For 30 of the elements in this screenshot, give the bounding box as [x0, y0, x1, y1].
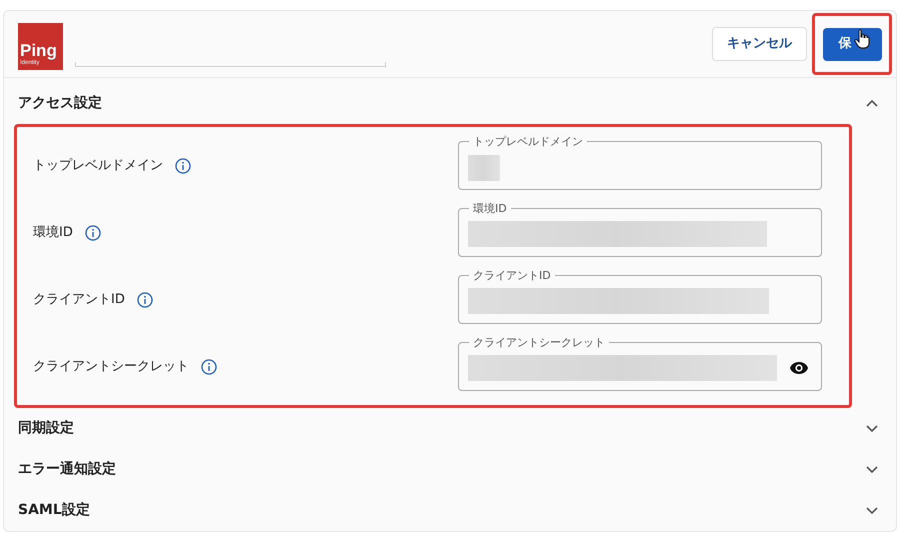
chevron-down-icon[interactable]	[866, 466, 878, 474]
field-label: トップレベルドメイン	[33, 156, 163, 175]
eye-icon[interactable]	[789, 360, 809, 374]
input-field[interactable]: クライアントシークレット	[458, 336, 822, 390]
info-icon[interactable]	[136, 292, 153, 308]
cancel-button[interactable]: キャンセル	[712, 27, 807, 61]
floating-label: クライアントシークレット	[472, 336, 606, 350]
section-title[interactable]: SAML設定	[18, 500, 90, 521]
info-icon[interactable]	[84, 224, 101, 240]
floating-label: クライアントID	[472, 268, 552, 282]
name-field[interactable]	[75, 62, 386, 66]
chevron-up-icon[interactable]	[866, 99, 878, 107]
info-icon[interactable]	[175, 158, 191, 174]
section-title[interactable]: 同期設定	[18, 418, 74, 439]
chevron-down-icon[interactable]	[866, 424, 878, 432]
section-title[interactable]: アクセス設定	[18, 92, 102, 114]
field-label: 環境ID	[33, 224, 73, 242]
hand-cursor-icon	[854, 28, 870, 48]
input-field[interactable]: 環境ID	[458, 202, 822, 256]
floating-label: 環境ID	[472, 202, 508, 216]
field-label: クライアントID	[33, 290, 125, 309]
input-field[interactable]: トップレベルドメイン	[458, 134, 822, 190]
field-label: クライアントシークレット	[33, 358, 189, 376]
section-title[interactable]: エラー通知設定	[18, 459, 116, 480]
redacted-value	[468, 154, 500, 180]
floating-label: トップレベルドメイン	[472, 134, 584, 148]
info-icon[interactable]	[201, 358, 217, 374]
input-field[interactable]: クライアントID	[458, 268, 822, 324]
save-button[interactable]: 保	[822, 28, 882, 60]
chevron-down-icon[interactable]	[866, 506, 878, 514]
